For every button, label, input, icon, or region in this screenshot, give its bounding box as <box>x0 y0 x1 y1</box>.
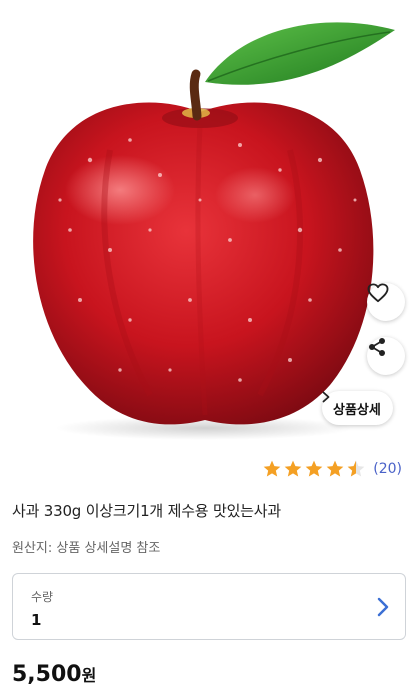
star-half-icon <box>347 460 365 477</box>
price-amount: 5,500 <box>12 662 82 687</box>
product-origin: 원산지: 상품 상세설명 참조 <box>12 541 161 556</box>
quantity-selector[interactable]: 수량 1 <box>12 573 406 640</box>
apple-illustration <box>33 22 395 440</box>
chevron-right-icon <box>377 597 389 617</box>
product-price: 5,500원 <box>12 662 96 687</box>
star-icon <box>305 460 323 477</box>
star-icon <box>284 460 302 477</box>
quantity-value: 1 <box>31 611 42 629</box>
wishlist-button[interactable] <box>367 283 405 321</box>
star-icon <box>326 460 344 477</box>
chevron-right-icon <box>322 391 330 403</box>
product-title: 사과 330g 이상크기1개 제수용 맛있는사과 <box>12 502 281 520</box>
rating-summary[interactable]: (20) <box>262 458 402 480</box>
quantity-label: 수량 <box>31 590 54 604</box>
product-detail-label: 상품상세 <box>333 402 381 418</box>
product-detail-button[interactable]: 상품상세 <box>322 391 393 425</box>
product-image: 상품상세 <box>0 0 419 445</box>
share-button[interactable] <box>367 337 405 375</box>
heart-icon <box>367 283 389 303</box>
price-currency: 원 <box>81 666 97 685</box>
star-icon <box>263 460 281 477</box>
share-icon <box>369 338 385 356</box>
review-count[interactable]: (20) <box>373 461 402 477</box>
